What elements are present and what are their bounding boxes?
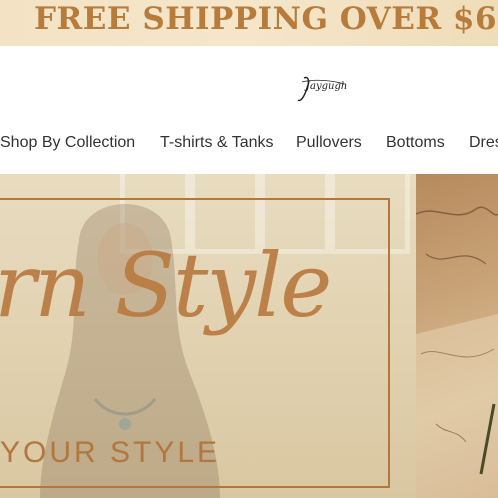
logo-text: Jaygugh — [306, 81, 348, 92]
nav-item-bottoms[interactable]: Bottoms — [386, 132, 445, 154]
main-navigation: Shop By Collection T-shirts & Tanks Pull… — [0, 132, 498, 154]
hero-script-title: rn Style — [0, 234, 332, 337]
hero-banner[interactable]: rn Style YOUR STYLE — [0, 174, 498, 498]
hero-photo: rn Style YOUR STYLE — [0, 174, 416, 498]
nav-item-pullovers[interactable]: Pullovers — [296, 132, 362, 154]
nav-item-tshirts-tanks[interactable]: T-shirts & Tanks — [160, 132, 274, 154]
nav-item-shop-by-collection[interactable]: Shop By Collection — [0, 132, 135, 154]
free-shipping-banner[interactable]: FREE SHIPPING OVER $69 — [0, 0, 498, 46]
hero-cta-text[interactable]: YOUR STYLE — [0, 436, 220, 470]
nav-item-dresses[interactable]: Dres — [469, 132, 498, 154]
promo-text: FREE SHIPPING OVER $69 — [34, 1, 498, 37]
hero-side-photo — [416, 174, 498, 498]
map-illustration-icon — [416, 206, 498, 498]
site-header: Jaygugh Shop By Collection T-shirts & Ta… — [0, 46, 498, 174]
brand-logo[interactable]: Jaygugh — [292, 72, 352, 108]
